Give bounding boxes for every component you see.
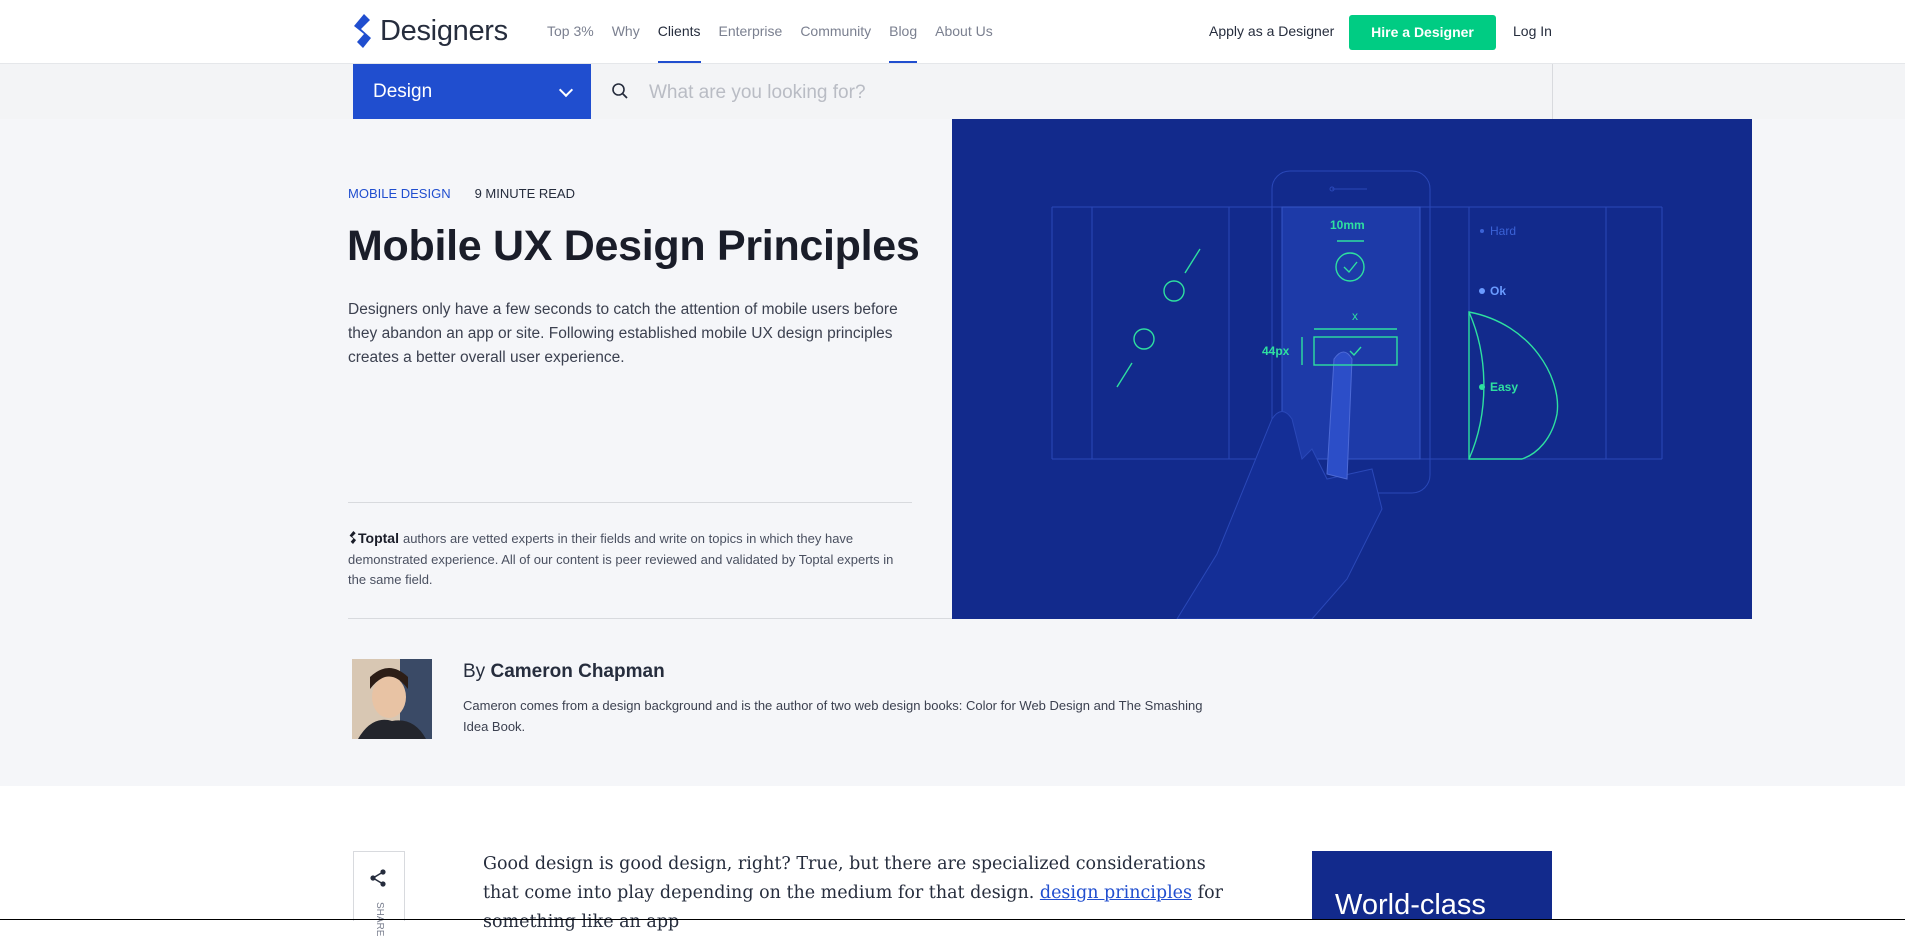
nav-item-enterprise[interactable]: Enterprise <box>719 0 783 63</box>
author-avatar[interactable] <box>352 659 432 739</box>
page-title: Mobile UX Design Principles <box>347 222 920 270</box>
nav-item-why[interactable]: Why <box>612 0 640 63</box>
author-photo <box>352 659 432 739</box>
main-nav: Top 3% Why Clients Enterprise Community … <box>547 0 1011 63</box>
illustration-label-x: x <box>1352 309 1358 323</box>
article-lead: Designers only have a few seconds to cat… <box>348 301 898 366</box>
divider <box>348 502 912 503</box>
author-name-link[interactable]: Cameron Chapman <box>490 661 664 682</box>
author-byline: By Cameron Chapman <box>463 661 665 683</box>
top-navigation-bar: Designers Top 3% Why Clients Enterprise … <box>0 0 1905 64</box>
apply-as-designer-link[interactable]: Apply as a Designer <box>1209 0 1334 63</box>
article-meta: MOBILE DESIGN 9 MINUTE READ <box>348 186 575 201</box>
search-input[interactable] <box>647 64 1451 121</box>
share-widget[interactable]: SHARE <box>353 851 405 936</box>
illustration-label-44px: 44px <box>1262 344 1290 358</box>
illustration-label-hard: Hard <box>1490 224 1516 238</box>
illustration-label-easy: Easy <box>1490 380 1518 394</box>
toptal-logo-icon <box>349 531 357 544</box>
category-dropdown-label: Design <box>373 81 433 102</box>
vetted-text: authors are vetted experts in their fiel… <box>348 531 894 587</box>
chevron-down-icon <box>558 82 574 98</box>
hire-designer-button[interactable]: Hire a Designer <box>1349 15 1496 50</box>
promo-heading: World-class <box>1335 889 1486 921</box>
nav-item-about-us[interactable]: About Us <box>935 0 993 63</box>
toptal-wordmark: Toptal <box>358 530 399 546</box>
read-time: 9 MINUTE READ <box>474 186 575 201</box>
design-principles-link[interactable]: design principles <box>1040 883 1192 903</box>
vetted-experts-note: Toptal authors are vetted experts in thei… <box>348 528 908 591</box>
article-body: Good design is good design, right? True,… <box>483 850 1243 937</box>
byline-prefix: By <box>463 661 486 682</box>
share-icon <box>370 869 386 887</box>
illustration-label-10mm: 10mm <box>1330 218 1365 232</box>
brand-logo[interactable]: Designers <box>350 14 508 48</box>
nav-item-community[interactable]: Community <box>800 0 871 63</box>
mobile-ux-illustration: 10mm 44px x Hard Ok Easy <box>1051 170 1663 619</box>
toptal-logo-icon <box>354 14 371 48</box>
search-box <box>591 64 1553 121</box>
divider <box>348 618 952 619</box>
hero-illustration: 10mm 44px x Hard Ok Easy <box>952 119 1752 619</box>
search-icon <box>612 83 628 99</box>
article-category-link[interactable]: MOBILE DESIGN <box>348 186 451 201</box>
nav-item-clients[interactable]: Clients <box>657 0 701 63</box>
illustration-label-ok: Ok <box>1490 284 1506 298</box>
nav-item-blog[interactable]: Blog <box>889 0 918 63</box>
brand-name: Designers <box>380 14 508 47</box>
login-link[interactable]: Log In <box>1513 0 1552 63</box>
author-bio: Cameron comes from a design background a… <box>463 698 1203 734</box>
nav-item-top3[interactable]: Top 3% <box>547 0 594 63</box>
promo-banner[interactable]: World-class <box>1312 851 1552 921</box>
category-dropdown[interactable]: Design <box>353 64 591 119</box>
